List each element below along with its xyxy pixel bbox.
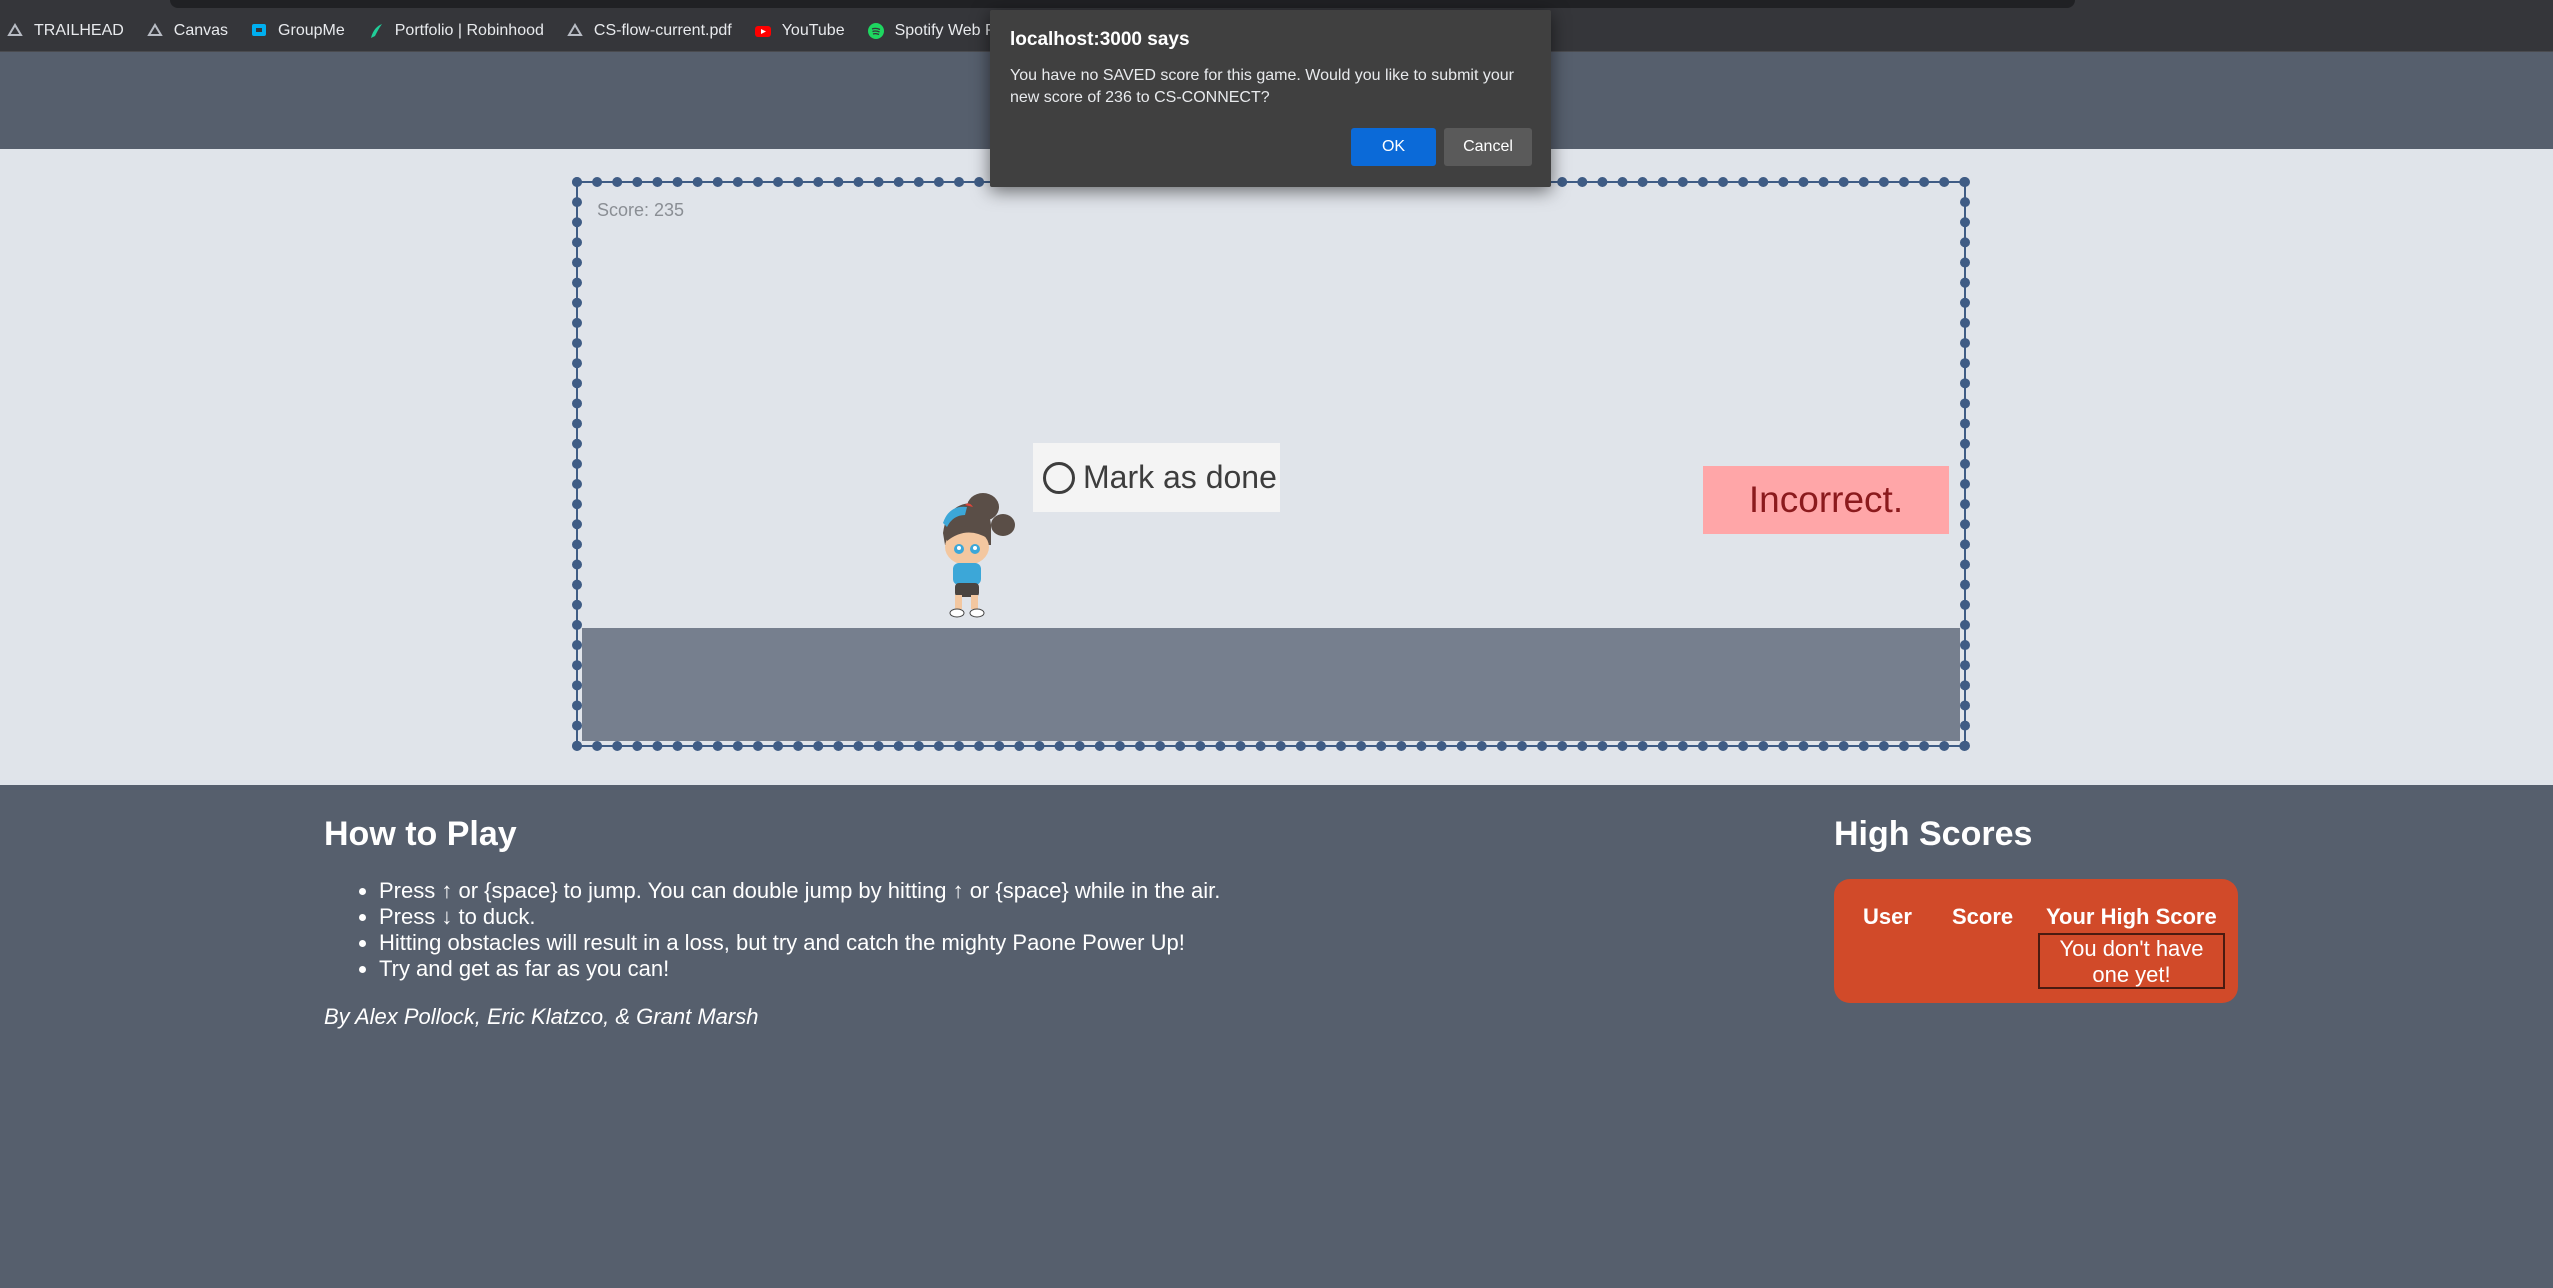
salesforce-cloud-icon [6,22,24,40]
salesforce-cloud-icon [566,22,584,40]
alert-dialog: localhost:3000 says You have no SAVED sc… [990,10,1551,187]
bookmark-label: GroupMe [278,21,345,39]
ok-button[interactable]: OK [1351,128,1436,166]
list-item: Try and get as far as you can! [379,956,1220,982]
cancel-button[interactable]: Cancel [1444,128,1532,166]
bookmark-groupme[interactable]: GroupMe [250,22,345,40]
column-header-score: Score [1952,904,2014,929]
credits: By Alex Pollock, Eric Klatzco, & Grant M… [324,1004,759,1029]
bookmark-youtube[interactable]: YouTube [754,22,845,40]
mark-as-done-label: Mark as done [1083,459,1277,495]
mark-as-done-obstacle: Mark as done [1033,443,1280,512]
bookmark-label: Canvas [173,21,229,39]
game-ground [582,628,1960,741]
your-high-score-empty: You don't have one yet! [2038,933,2225,989]
robinhood-feather-icon [367,22,385,40]
circle-icon [1043,461,1075,494]
player-character [943,493,1015,618]
how-to-play-title: How to Play [324,815,517,853]
list-item: Hitting obstacles will result in a loss,… [379,930,1220,956]
high-scores-title: High Scores [1834,815,2033,853]
salesforce-cloud-icon [146,22,164,40]
bookmark-cs-flow[interactable]: CS-flow-current.pdf [566,22,732,40]
youtube-icon [754,22,772,40]
bookmark-label: YouTube [781,21,845,39]
address-bar[interactable] [170,0,2075,8]
bookmark-label: TRAILHEAD [34,21,124,39]
list-item: Press ↑ or {space} to jump. You can doub… [379,878,1220,904]
spotify-icon [867,22,885,40]
incorrect-label: Incorrect. [1748,479,1904,520]
list-item: Press ↓ to duck. [379,904,1220,930]
bookmark-robinhood[interactable]: Portfolio | Robinhood [367,22,544,40]
dialog-title: localhost:3000 says [1010,29,1190,50]
info-section [0,785,2553,1288]
groupme-icon [250,22,268,40]
bookmark-label: Portfolio | Robinhood [394,21,544,39]
score-display: Score: 235 [597,200,685,220]
bookmark-trailhead[interactable]: TRAILHEAD [6,22,124,40]
incorrect-obstacle: Incorrect. [1703,466,1949,534]
column-header-user: User [1863,904,1912,929]
bookmark-canvas[interactable]: Canvas [146,22,228,40]
dialog-message: You have no SAVED score for this game. W… [1010,67,1514,106]
column-header-your-high-score: Your High Score [2046,904,2217,929]
browser-tab-strip [0,0,2553,10]
how-to-play-list: Press ↑ or {space} to jump. You can doub… [379,878,1220,982]
bookmark-label: CS-flow-current.pdf [593,21,732,39]
